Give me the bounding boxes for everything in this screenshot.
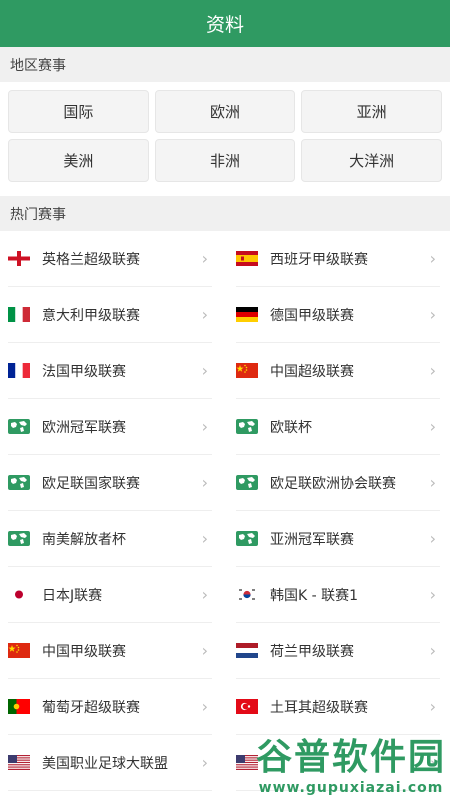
league-name: 亚洲冠军联赛 xyxy=(270,531,354,548)
chevron-right-icon: › xyxy=(429,249,436,268)
section-title: 热门赛事 xyxy=(10,206,66,223)
china-flag-icon xyxy=(236,363,258,378)
chevron-right-icon: › xyxy=(201,249,208,268)
germany-flag-icon xyxy=(236,307,258,322)
league-name: 英格兰超级联赛 xyxy=(42,251,140,268)
japan-flag-icon xyxy=(8,587,30,602)
section-title: 地区赛事 xyxy=(10,57,66,74)
league-name: 荷兰甲级联赛 xyxy=(270,643,354,660)
league-name: 意大利甲级联赛 xyxy=(42,307,140,324)
region-button-asia[interactable]: 亚洲 xyxy=(301,90,442,133)
world-flag-icon xyxy=(236,475,258,490)
world-flag-icon xyxy=(8,419,30,434)
league-item[interactable]: 法国甲级联赛 › xyxy=(8,343,212,399)
world-flag-icon xyxy=(8,475,30,490)
world-flag-icon xyxy=(8,531,30,546)
league-name: 日本J联赛 xyxy=(42,587,103,604)
league-item[interactable]: 欧联杯 › xyxy=(236,399,440,455)
league-name: 西班牙甲级联赛 xyxy=(270,251,368,268)
chevron-right-icon: › xyxy=(429,753,436,772)
region-button-international[interactable]: 国际 xyxy=(8,90,149,133)
england-flag-icon xyxy=(8,251,30,266)
chevron-right-icon: › xyxy=(429,529,436,548)
league-item[interactable]: 韩国K - 联赛1 › xyxy=(236,567,440,623)
league-item[interactable]: 葡萄牙超级联赛 › xyxy=(8,679,212,735)
chevron-right-icon: › xyxy=(429,305,436,324)
chevron-right-icon: › xyxy=(429,417,436,436)
league-item[interactable]: 欧足联国家联赛 › xyxy=(8,455,212,511)
spain-flag-icon xyxy=(236,251,258,266)
league-name: 欧足联国家联赛 xyxy=(42,475,140,492)
section-header-hot: 热门赛事 xyxy=(0,196,450,231)
league-item[interactable]: 意大利甲级联赛 › xyxy=(8,287,212,343)
italy-flag-icon xyxy=(8,307,30,322)
league-name: 土耳其超级联赛 xyxy=(270,699,368,716)
netherlands-flag-icon xyxy=(236,643,258,658)
region-button-europe[interactable]: 欧洲 xyxy=(154,90,296,133)
chevron-right-icon: › xyxy=(429,585,436,604)
chevron-right-icon: › xyxy=(201,417,208,436)
league-item[interactable]: 中国超级联赛 › xyxy=(236,343,440,399)
chevron-right-icon: › xyxy=(429,361,436,380)
league-name: 韩国K - 联赛1 xyxy=(270,587,359,604)
chevron-right-icon: › xyxy=(429,473,436,492)
portugal-flag-icon xyxy=(8,699,30,714)
league-list: 英格兰超级联赛 › 西班牙甲级联赛 › 意大利甲级联赛 › 德国甲级联赛 › 法国甲级联赛 › 中国… xyxy=(0,231,450,791)
league-item[interactable]: 中国甲级联赛 › xyxy=(8,623,212,679)
chevron-right-icon: › xyxy=(201,585,208,604)
league-item[interactable]: 英格兰超级联赛 › xyxy=(8,231,212,287)
league-item[interactable]: 西班牙甲级联赛 › xyxy=(236,231,440,287)
korea-flag-icon xyxy=(236,587,258,602)
league-name: 美国职业足球大联盟 xyxy=(42,755,168,772)
league-name: 欧足联欧洲协会联赛 xyxy=(270,475,396,492)
league-item[interactable]: 欧足联欧洲协会联赛 › xyxy=(236,455,440,511)
league-item[interactable]: 土耳其超级联赛 › xyxy=(236,679,440,735)
turkey-flag-icon xyxy=(236,699,258,714)
section-header-regions: 地区赛事 xyxy=(0,47,450,82)
league-name: 中国超级联赛 xyxy=(270,363,354,380)
title-bar: 资料 xyxy=(0,0,450,47)
chevron-right-icon: › xyxy=(201,361,208,380)
usa-flag-icon xyxy=(236,755,258,770)
league-item[interactable]: 欧洲冠军联赛 › xyxy=(8,399,212,455)
page-title: 资料 xyxy=(205,14,244,36)
league-name: 欧联杯 xyxy=(270,419,312,436)
china-flag-icon xyxy=(8,643,30,658)
chevron-right-icon: › xyxy=(429,697,436,716)
chevron-right-icon: › xyxy=(429,641,436,660)
region-button-africa[interactable]: 非洲 xyxy=(154,139,296,182)
chevron-right-icon: › xyxy=(201,473,208,492)
chevron-right-icon: › xyxy=(201,641,208,660)
league-name: 法国甲级联赛 xyxy=(42,363,126,380)
league-name: 南美解放者杯 xyxy=(42,531,126,548)
world-flag-icon xyxy=(236,531,258,546)
chevron-right-icon: › xyxy=(201,305,208,324)
usa-flag-icon xyxy=(8,755,30,770)
league-item[interactable]: 美国职业足球大联盟 › xyxy=(8,735,212,791)
france-flag-icon xyxy=(8,363,30,378)
chevron-right-icon: › xyxy=(201,753,208,772)
league-name: 葡萄牙超级联赛 xyxy=(42,699,140,716)
league-name: 中国甲级联赛 xyxy=(42,643,126,660)
region-grid: 国际 欧洲 亚洲 美洲 非洲 大洋洲 xyxy=(0,82,450,196)
world-flag-icon xyxy=(236,419,258,434)
region-button-america[interactable]: 美洲 xyxy=(8,139,149,182)
region-button-oceania[interactable]: 大洋洲 xyxy=(301,139,442,182)
chevron-right-icon: › xyxy=(201,529,208,548)
league-name: 欧洲冠军联赛 xyxy=(42,419,126,436)
league-item[interactable]: 亚洲冠军联赛 › xyxy=(236,511,440,567)
league-name: 德国甲级联赛 xyxy=(270,307,354,324)
league-item[interactable]: 日本J联赛 › xyxy=(8,567,212,623)
league-item[interactable]: 南美解放者杯 › xyxy=(8,511,212,567)
league-item[interactable]: 荷兰甲级联赛 › xyxy=(236,623,440,679)
league-item[interactable]: 德国甲级联赛 › xyxy=(236,287,440,343)
league-item[interactable]: › xyxy=(236,735,440,791)
chevron-right-icon: › xyxy=(201,697,208,716)
